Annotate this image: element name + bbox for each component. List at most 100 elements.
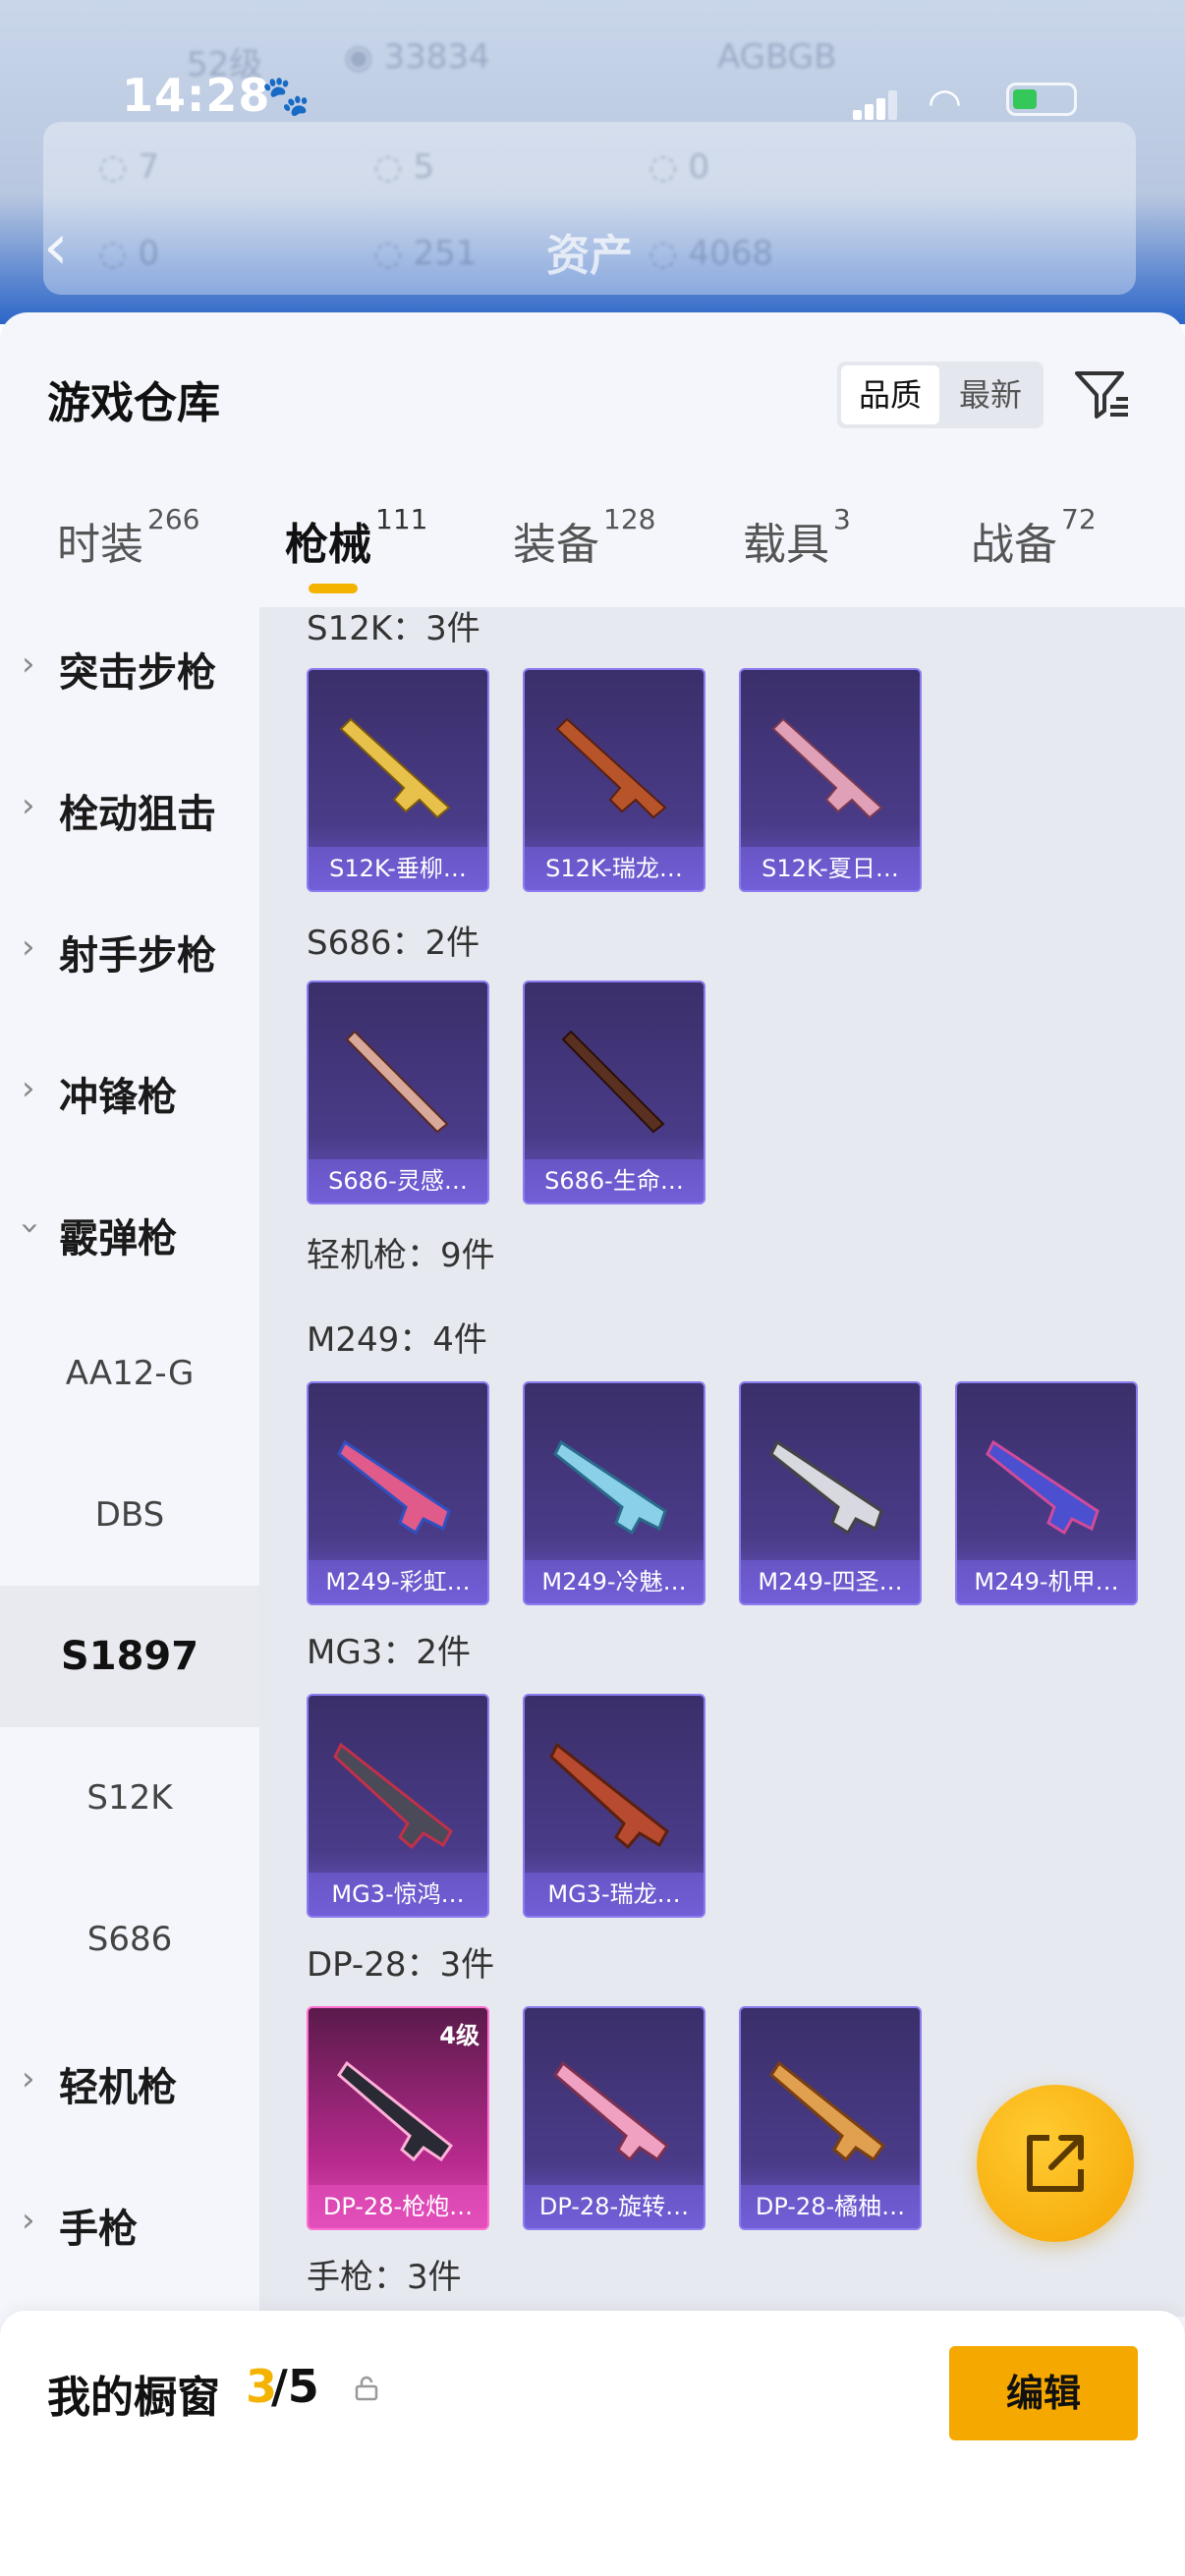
section-title: S686：2件 (307, 924, 480, 963)
weapon-card-label: S12K-夏日… (741, 847, 920, 890)
chevron-down-icon: › (10, 1221, 50, 1235)
tab-vehicles[interactable]: 载具3 (743, 503, 851, 607)
weapon-card-label: M249-冷魅… (525, 1560, 704, 1603)
sidebar-subitem-s1897[interactable]: S1897 (0, 1586, 259, 1727)
tab-supplies[interactable]: 战备72 (971, 503, 1097, 607)
paw-icon: 🐾 (261, 74, 310, 119)
shotgun-icon (561, 1030, 665, 1134)
machine-gun-icon (769, 2060, 886, 2162)
rifle-icon (771, 717, 883, 819)
machine-gun-icon (337, 1439, 451, 1536)
backdrop-ghost-text: ◌ 5 (373, 147, 435, 187)
sidebar-item-lmg[interactable]: › 轻机枪 (0, 2010, 259, 2152)
tab-count: 111 (375, 503, 428, 535)
tab-count: 72 (1061, 503, 1097, 535)
weapon-card[interactable]: S686-灵感… (307, 980, 489, 1204)
weapon-card[interactable]: MG3-瑞龙… (523, 1694, 705, 1918)
sidebar-subitem-s686[interactable]: S686 (0, 1869, 259, 2010)
machine-gun-icon (337, 2060, 454, 2162)
machine-gun-icon (333, 1742, 453, 1850)
section-title: 手枪：3件 (307, 2258, 462, 2297)
section-title: MG3：2件 (307, 1633, 471, 1672)
tab-label: 时装 (57, 520, 143, 570)
chevron-right-icon: › (22, 927, 35, 967)
sort-newest-button[interactable]: 最新 (941, 365, 1040, 424)
edit-button[interactable]: 编辑 (949, 2346, 1138, 2440)
weapon-card[interactable]: DP-28-橘柚… (739, 2006, 922, 2230)
section-title: M249：4件 (307, 1320, 487, 1360)
chevron-right-icon: › (22, 2059, 35, 2099)
weapon-category-sidebar: › 突击步枪 › 栓动狙击 › 射手步枪 › 冲锋枪 › 霰弹枪 AA12-G DBS S… (0, 607, 259, 2317)
lock-icon (355, 2376, 378, 2401)
weapon-card[interactable]: MG3-惊鸿… (307, 1694, 489, 1918)
weapon-card-label: S12K-瑞龙… (525, 847, 704, 890)
tab-firearms[interactable]: 枪械111 (285, 503, 427, 607)
weapon-card-label: DP-28-枪炮… (309, 2185, 487, 2228)
showcase-bar: 我的橱窗 3 /5 编辑 (0, 2311, 1185, 2576)
sort-quality-button[interactable]: 品质 (841, 365, 939, 424)
weapon-card-label: M249-四圣… (741, 1560, 920, 1603)
chevron-right-icon: › (22, 786, 35, 825)
sidebar-item-label: 射手步枪 (59, 933, 216, 979)
weapon-card[interactable]: M249-冷魅… (523, 1381, 705, 1605)
weapon-card-rare[interactable]: 4级 DP-28-枪炮… (307, 2006, 489, 2230)
weapon-card[interactable]: M249-机甲… (955, 1381, 1138, 1605)
wifi-icon: ◠ (928, 81, 962, 126)
weapon-card-label: S686-灵感… (309, 1159, 487, 1203)
sidebar-item-pistol[interactable]: › 手枪 (0, 2152, 259, 2293)
machine-gun-icon (553, 2060, 670, 2162)
backdrop-ghost-text: ◌ 251 (373, 234, 478, 273)
battery-icon (1006, 83, 1077, 116)
weapon-card-label: MG3-瑞龙… (525, 1873, 704, 1916)
backdrop-ghost-text: ◌ 0 (649, 147, 710, 187)
sidebar-item-label: 突击步枪 (59, 650, 216, 696)
weapon-card-label: M249-彩虹… (309, 1560, 487, 1603)
weapon-card[interactable]: S12K-瑞龙… (523, 668, 705, 892)
sidebar-item-shotgun[interactable]: › 霰弹枪 (0, 1161, 259, 1303)
sidebar-item-smg[interactable]: › 冲锋枪 (0, 1020, 259, 1161)
chevron-right-icon: › (22, 2201, 35, 2240)
sidebar-item-label: 栓动狙击 (59, 792, 216, 837)
tab-equipment[interactable]: 装备128 (513, 503, 655, 607)
category-tabs: 时装266 枪械111 装备128 载具3 战备72 (0, 503, 1185, 607)
weapon-card-label: S12K-垂柳… (309, 847, 487, 890)
cellular-signal-icon (853, 88, 897, 120)
section-title: S12K：3件 (307, 609, 480, 648)
backdrop-title: 资产 (546, 231, 633, 281)
rifle-icon (339, 717, 451, 819)
weapon-card[interactable]: DP-28-旋转… (523, 2006, 705, 2230)
weapon-card-label: MG3-惊鸿… (309, 1873, 487, 1916)
backdrop-ghost-text: ◌ 0 (98, 234, 160, 273)
sidebar-item-label: 冲锋枪 (59, 1075, 177, 1120)
weapon-card-label: DP-28-旋转… (525, 2185, 704, 2228)
sidebar-item-assault-rifle[interactable]: › 突击步枪 (0, 595, 259, 737)
tab-label: 枪械 (285, 520, 371, 570)
sidebar-subitem-dbs[interactable]: DBS (0, 1444, 259, 1586)
back-chevron-icon[interactable]: ‹ (43, 216, 69, 279)
sidebar-item-bolt-sniper[interactable]: › 栓动狙击 (0, 737, 259, 878)
tab-count: 266 (147, 503, 200, 535)
tab-count: 128 (603, 503, 656, 535)
chevron-right-icon: › (22, 1069, 35, 1108)
weapon-card-label: M249-机甲… (957, 1560, 1136, 1603)
weapon-card[interactable]: S12K-垂柳… (307, 668, 489, 892)
share-fab[interactable] (977, 2085, 1134, 2242)
showcase-total-count: /5 (271, 2360, 319, 2413)
sidebar-subitem-s12k[interactable]: S12K (0, 1727, 259, 1869)
sidebar-item-label: 手枪 (59, 2207, 138, 2252)
sidebar-item-marksman-rifle[interactable]: › 射手步枪 (0, 878, 259, 1020)
weapon-card[interactable]: M249-四圣… (739, 1381, 922, 1605)
filter-icon[interactable] (1071, 364, 1134, 426)
weapon-grid: S12K：3件 S12K-垂柳… S12K-瑞龙… S12K-夏日… S686：… (259, 607, 1185, 2317)
share-export-icon (1027, 2135, 1084, 2192)
machine-gun-icon (549, 1742, 669, 1850)
section-title: DP-28：3件 (307, 1945, 495, 1985)
weapon-card[interactable]: S686-生命… (523, 980, 705, 1204)
sort-toggle: 品质 最新 (837, 362, 1044, 428)
sidebar-subitem-aa12[interactable]: AA12-G (0, 1303, 259, 1444)
tab-fashion[interactable]: 时装266 (57, 503, 199, 607)
weapon-card[interactable]: M249-彩虹… (307, 1381, 489, 1605)
backdrop-ghost-text: ◌ 4068 (649, 234, 774, 273)
chevron-right-icon: › (22, 644, 35, 684)
weapon-card[interactable]: S12K-夏日… (739, 668, 922, 892)
